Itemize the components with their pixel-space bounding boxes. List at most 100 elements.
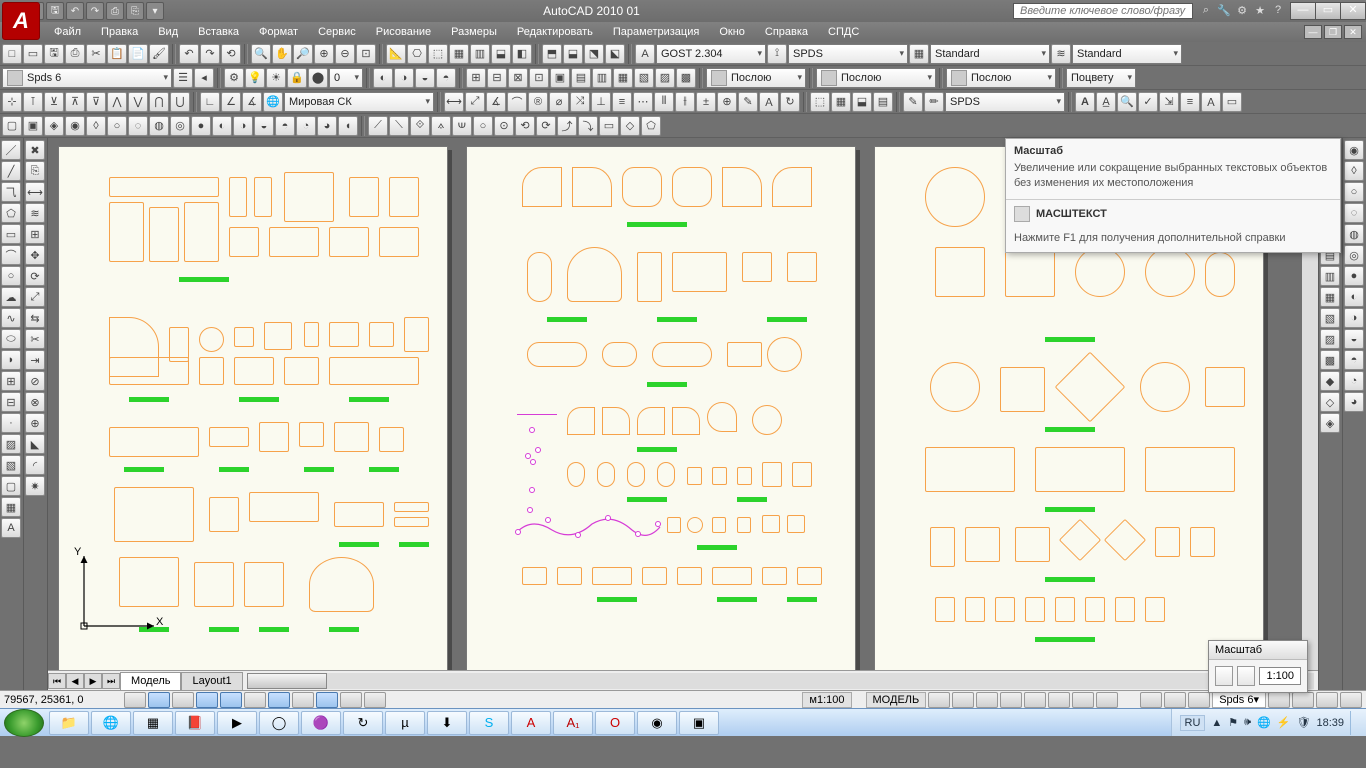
text-style-combo[interactable]: GOST 2.304 — [656, 44, 766, 64]
mdi-minimize-button[interactable]: — — [1304, 25, 1322, 39]
scale-text-icon[interactable]: ⇲ — [1159, 92, 1179, 112]
tool-icon[interactable]: ▭ — [23, 44, 43, 64]
tool-icon[interactable]: ◉ — [65, 116, 85, 136]
tool-icon[interactable]: ⟐ — [410, 116, 430, 136]
tool-icon[interactable]: ⎔ — [407, 44, 427, 64]
make-block-icon[interactable]: ⊟ — [1, 392, 21, 412]
tool-icon[interactable]: ⊽ — [86, 92, 106, 112]
tool-icon[interactable]: ⬕ — [605, 44, 625, 64]
fillet-icon[interactable]: ◜ — [25, 455, 45, 475]
isolate-icon[interactable] — [1316, 692, 1338, 708]
tool-icon[interactable]: ◉ — [1344, 140, 1364, 160]
tool-icon[interactable]: ⊹ — [2, 92, 22, 112]
mtext-icon[interactable]: A — [1, 518, 21, 538]
horizontal-scrollbar[interactable] — [247, 673, 1314, 689]
tool-icon[interactable]: ✎ — [903, 92, 923, 112]
tool-icon[interactable]: ⬓ — [563, 44, 583, 64]
tool-icon[interactable]: ⊼ — [65, 92, 85, 112]
tool-icon[interactable]: ◇ — [1320, 392, 1340, 412]
tool-icon[interactable]: ◑ — [1344, 308, 1364, 328]
polar-toggle[interactable] — [196, 692, 218, 708]
tool-icon[interactable]: ▥ — [1320, 266, 1340, 286]
gear-icon[interactable]: ⚙ — [1235, 4, 1249, 18]
task-ie-icon[interactable]: 🌐 — [91, 711, 131, 735]
tool-icon[interactable]: ▦ — [831, 92, 851, 112]
linetype-combo[interactable]: Послою — [816, 68, 936, 88]
ducs-toggle[interactable] — [292, 692, 314, 708]
menu-вид[interactable]: Вид — [148, 24, 188, 40]
tool-icon[interactable]: ◐ — [212, 116, 232, 136]
ucs-icon[interactable]: 🌐 — [263, 92, 283, 112]
tool-icon[interactable]: ∟ — [200, 92, 220, 112]
tab-next-icon[interactable]: ▶ — [84, 673, 102, 689]
tool-icon[interactable]: ▨ — [1320, 329, 1340, 349]
tool-icon[interactable]: ↶ — [179, 44, 199, 64]
scale-icon[interactable]: ⤢ — [25, 287, 45, 307]
table-style-combo[interactable]: Standard — [930, 44, 1050, 64]
dim-arc-icon[interactable]: ⌒ — [507, 92, 527, 112]
hscroll-thumb[interactable] — [247, 673, 327, 689]
tool-icon[interactable]: ⋂ — [149, 92, 169, 112]
mirror-icon[interactable]: ⟷ — [25, 182, 45, 202]
rectangle-icon[interactable]: ▭ — [1, 224, 21, 244]
scale-floating-panel[interactable]: Масштаб 1:100 — [1208, 640, 1308, 693]
model-paper-toggle[interactable]: МОДЕЛЬ — [866, 692, 927, 708]
stretch-icon[interactable]: ⇆ — [25, 308, 45, 328]
tool-icon[interactable]: ⋁ — [128, 92, 148, 112]
text-find-icon[interactable]: 🔍 — [1117, 92, 1137, 112]
tray-icon[interactable]: 🛡 — [1297, 716, 1311, 729]
tool-icon[interactable]: ⊻ — [44, 92, 64, 112]
tool-icon[interactable]: ⬓ — [852, 92, 872, 112]
tool-icon[interactable]: ◒ — [254, 116, 274, 136]
snap-toggle[interactable] — [124, 692, 146, 708]
tool-icon[interactable]: □ — [2, 44, 22, 64]
minimize-button[interactable]: — — [1290, 2, 1316, 20]
status-icon[interactable] — [976, 692, 998, 708]
tool-icon[interactable]: ▧ — [634, 68, 654, 88]
tool-icon[interactable]: ⬠ — [641, 116, 661, 136]
status-icon[interactable] — [1000, 692, 1022, 708]
tool-icon[interactable]: ⊟ — [487, 68, 507, 88]
tool-icon[interactable]: ⊡ — [356, 44, 376, 64]
tool-icon[interactable]: ◕ — [317, 116, 337, 136]
ortho-toggle[interactable] — [172, 692, 194, 708]
dyn-toggle[interactable] — [316, 692, 338, 708]
copy-icon[interactable]: ⎘ — [25, 161, 45, 181]
tool-icon[interactable]: ⊕ — [314, 44, 334, 64]
tool-icon[interactable]: ○ — [1344, 182, 1364, 202]
dimstyle-icon[interactable]: ⟟ — [767, 44, 787, 64]
tool-icon[interactable]: ○ — [107, 116, 127, 136]
dim-text-edit-icon[interactable]: Ａ — [759, 92, 779, 112]
break-at-point-icon[interactable]: ⊘ — [25, 371, 45, 391]
ellipse-arc-icon[interactable]: ◗ — [1, 350, 21, 370]
tool-icon[interactable]: 🔎 — [293, 44, 313, 64]
tool-icon[interactable]: ▢ — [2, 116, 22, 136]
plotstyle-combo[interactable]: Поцвету — [1066, 68, 1136, 88]
tool-icon[interactable]: ◌ — [128, 116, 148, 136]
tray-clock[interactable]: 18:39 — [1316, 717, 1344, 729]
menu-правка[interactable]: Правка — [91, 24, 148, 40]
annoauto-icon[interactable] — [1188, 692, 1210, 708]
mdi-close-button[interactable]: ✕ — [1344, 25, 1362, 39]
tool-icon[interactable]: ◕ — [1344, 392, 1364, 412]
3dosnap-toggle[interactable] — [244, 692, 266, 708]
tool-icon[interactable]: ↷ — [200, 44, 220, 64]
binoculars-icon[interactable]: ⌕ — [1199, 4, 1213, 18]
tool-icon[interactable]: ∡ — [242, 92, 262, 112]
task-media-icon[interactable]: ▶ — [217, 711, 257, 735]
scale-display[interactable]: м1:100 — [802, 692, 851, 708]
tool-icon[interactable]: ⬔ — [584, 44, 604, 64]
task-autocad2-icon[interactable]: A₁ — [553, 711, 593, 735]
table-icon[interactable]: ▦ — [1, 497, 21, 517]
text-style-icon[interactable]: Ａ — [1201, 92, 1221, 112]
task-app-icon[interactable]: ◯ — [259, 711, 299, 735]
language-indicator[interactable]: RU — [1180, 715, 1206, 731]
status-icon[interactable] — [1096, 692, 1118, 708]
spell-icon[interactable]: ✓ — [1138, 92, 1158, 112]
tool-icon[interactable]: ▨ — [655, 68, 675, 88]
mdi-restore-button[interactable]: ❐ — [1324, 25, 1342, 39]
rotate-icon[interactable]: ⟳ — [25, 266, 45, 286]
color-combo[interactable]: Послою — [706, 68, 806, 88]
tool-icon[interactable]: ◓ — [436, 68, 456, 88]
array-icon[interactable]: ⊞ — [25, 224, 45, 244]
